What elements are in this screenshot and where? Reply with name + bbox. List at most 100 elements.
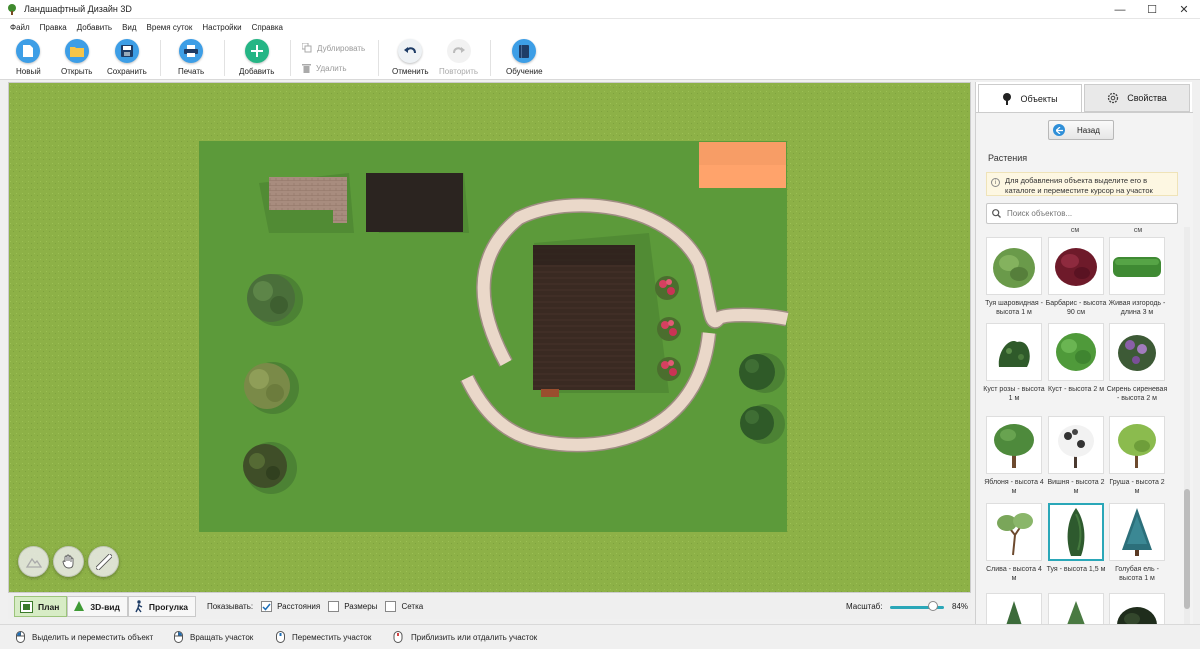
add-button[interactable]: Добавить (239, 39, 274, 76)
catalog-item-selected[interactable]: Туя - высота 1,5 м (1046, 503, 1106, 575)
minimize-button[interactable]: — (1104, 0, 1136, 19)
maximize-button[interactable]: ☐ (1136, 0, 1168, 19)
printer-icon (179, 39, 204, 63)
menu-add[interactable]: Добавить (72, 23, 117, 32)
view-plan-label: План (38, 601, 60, 612)
view-plan-button[interactable]: План (14, 596, 68, 617)
close-button[interactable]: ✕ (1168, 0, 1200, 19)
undo-label: Отменить (392, 67, 429, 76)
walk-icon (135, 600, 143, 613)
catalog-item-label: Слива - высота 4 м (986, 566, 1042, 582)
house-roof[interactable] (533, 245, 635, 390)
print-button[interactable]: Печать (178, 39, 204, 76)
view-3d-button[interactable]: 3D-вид (67, 596, 128, 617)
checkbox-unchecked (385, 601, 397, 612)
toolbar-separator (224, 40, 225, 76)
new-file-icon (16, 39, 41, 63)
terrain-icon (25, 557, 42, 568)
rose-bush[interactable] (657, 317, 681, 341)
menu-view[interactable]: Вид (117, 23, 141, 32)
menu-file[interactable]: Файл (5, 23, 35, 32)
pan-button[interactable] (53, 546, 84, 577)
checkmark-icon (262, 603, 271, 611)
tab-properties[interactable]: Свойства (1084, 84, 1190, 112)
toolbar-separator (290, 40, 291, 76)
house-roof-edge (533, 245, 635, 265)
search-icon (992, 209, 1001, 218)
save-button[interactable]: Сохранить (107, 39, 147, 76)
catalog-item[interactable]: Вишня - высота 2 м (1048, 416, 1105, 497)
view-walk-button[interactable]: Прогулка (127, 596, 196, 617)
undo-icon (398, 39, 423, 63)
catalog-item-label: Груша - высота 2 м (1109, 479, 1165, 495)
hint-select-move: Выделить и переместить объект (16, 631, 153, 643)
plan-canvas[interactable] (8, 82, 971, 593)
rose-bush[interactable] (655, 276, 679, 300)
orange-zone-shade (699, 142, 786, 165)
menu-settings[interactable]: Настройки (197, 23, 246, 32)
window-title: Ландшафтный Дизайн 3D (24, 4, 132, 14)
menu-edit[interactable]: Правка (35, 23, 72, 32)
search-box[interactable] (986, 203, 1178, 224)
catalog-item-label: Куст розы - высота 1 м (983, 386, 1045, 402)
rose-bush[interactable] (657, 357, 681, 381)
back-button[interactable]: Назад (1048, 120, 1114, 140)
house-porch[interactable] (541, 389, 559, 397)
checkbox-unchecked (328, 601, 340, 612)
duplicate-icon (302, 43, 312, 53)
menu-help[interactable]: Справка (247, 23, 288, 32)
distances-checkbox[interactable]: Расстояния (261, 601, 320, 612)
new-button[interactable]: Новый (16, 39, 41, 76)
learning-button[interactable]: Обучение (506, 39, 543, 76)
view-bar: План 3D-вид Прогулка Показывать: Расстоя… (8, 594, 971, 619)
cut-off-label: см (1133, 227, 1143, 234)
search-input[interactable] (1007, 209, 1167, 218)
catalog-item[interactable]: Живая изгородь - длина 3 м (1109, 237, 1165, 318)
open-label: Открыть (61, 67, 93, 76)
sizes-checkbox[interactable]: Размеры (328, 601, 377, 612)
scrollbar-thumb[interactable] (1184, 489, 1190, 609)
terrain-button[interactable] (18, 546, 49, 577)
hand-icon (62, 554, 73, 569)
tab-objects-label: Объекты (1020, 93, 1058, 104)
title-bar: Ландшафтный Дизайн 3D — ☐ ✕ (0, 0, 1200, 19)
tab-objects[interactable]: Объекты (978, 84, 1082, 112)
catalog-item[interactable]: Слива - высота 4 м (986, 503, 1042, 584)
catalog-item[interactable]: Барбарис - высота 90 см (1045, 237, 1107, 318)
ruler-button[interactable] (88, 546, 119, 577)
open-button[interactable]: Открыть (61, 39, 92, 76)
catalog-item-label: Барбарис - высота 90 см (1045, 300, 1107, 316)
objects-panel: Объекты Свойства Назад Растения i Для до… (975, 82, 1193, 644)
status-move-text: Переместить участок (292, 632, 372, 642)
grid-checkbox[interactable]: Сетка (385, 601, 423, 612)
catalog-item-label: Голубая ель - высота 1 м (1115, 566, 1159, 582)
catalog-item[interactable]: Куст розы - высота 1 м (983, 323, 1045, 404)
undo-button[interactable]: Отменить (392, 39, 429, 76)
catalog-item[interactable]: Сирень сиреневая - высота 2 м (1107, 323, 1167, 404)
duplicate-button[interactable]: Дублировать (302, 43, 365, 53)
rose-bush-icon (998, 341, 1030, 367)
redo-button[interactable]: Повторить (439, 39, 478, 76)
catalog-item[interactable]: Голубая ель - высота 1 м (1109, 503, 1165, 584)
site-plan-view[interactable] (9, 83, 971, 593)
mouse-right-icon (174, 631, 183, 643)
3d-icon (74, 600, 85, 611)
scale-slider-handle[interactable] (928, 601, 938, 611)
view-3d-label: 3D-вид (90, 601, 120, 612)
catalog-item[interactable]: Яблоня - высота 4 м (984, 416, 1044, 497)
catalog-item[interactable]: Груша - высота 2 м (1109, 416, 1165, 497)
book-icon (512, 39, 537, 63)
toolbar-separator (490, 40, 491, 76)
catalog-item-label: Туя - высота 1,5 м (1046, 566, 1106, 573)
redo-label: Повторить (439, 67, 479, 76)
catalog-item[interactable]: Куст - высота 2 м (1048, 323, 1104, 395)
menu-bar: Файл Правка Добавить Вид Время суток Нас… (0, 19, 1200, 36)
catalog-scrollbar[interactable] (1184, 227, 1190, 644)
delete-button[interactable]: Удалить (302, 63, 347, 73)
distances-label: Расстояния (277, 602, 321, 611)
menu-time-of-day[interactable]: Время суток (142, 23, 198, 32)
section-title: Растения (988, 153, 1028, 163)
shed[interactable] (366, 173, 463, 232)
catalog-item[interactable]: Туя шаровидная - высота 1 м (985, 237, 1043, 318)
floppy-icon (114, 39, 139, 63)
